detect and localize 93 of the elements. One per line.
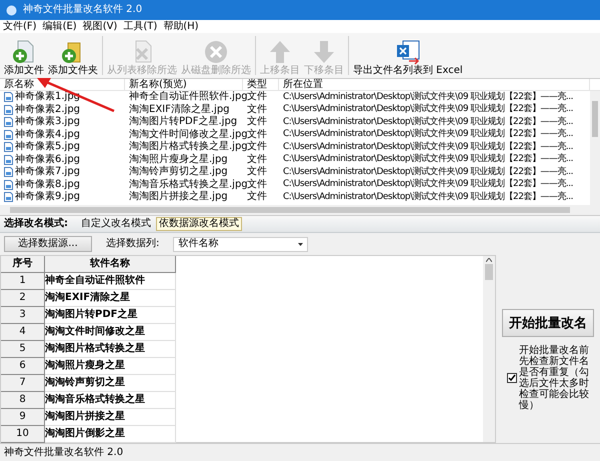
start-rename-button[interactable]: 开始批量改名 — [502, 309, 594, 337]
table-cell-text: 淘淘图片拼接之星.jpg — [128, 192, 229, 202]
toolbar-button[interactable]: 添加文件夹 — [46, 33, 100, 78]
table-cell-text: 淘淘铃声剪切之星.jpg — [128, 167, 229, 178]
grid-cell: 淘淘图片格式转换之星 — [45, 341, 176, 358]
scrollbar-thumb[interactable] — [592, 101, 598, 137]
arrow-up-icon — [267, 39, 293, 65]
image-file-icon — [4, 130, 13, 140]
column-header[interactable]: 所在位置 — [279, 79, 590, 90]
row-number: 5 — [1, 341, 45, 358]
toolbar-button[interactable]: 导出文件名列表到 Excel — [351, 33, 465, 78]
image-file-icon — [4, 167, 13, 178]
table-cell-text: 文件 — [246, 192, 268, 202]
grid-header[interactable]: 软件名称 — [45, 256, 176, 273]
grid-cell: 神奇全自动证件照软件 — [45, 273, 176, 290]
table-cell-text: C:\Users\Administrator\Desktop\测试文件夹\09 职业规划【22套】——亮... — [282, 142, 574, 152]
table-cell-text: C:\Users\Administrator\Desktop\测试文件夹\09 职业规划【22套】——亮... — [282, 192, 574, 202]
table-cell-text: 淘淘图片转PDF之星.jpg — [128, 117, 238, 128]
app-icon — [6, 4, 17, 16]
horizontal-scrollbar[interactable] — [0, 205, 600, 215]
row-number: 10 — [1, 426, 45, 443]
close-icon — [203, 39, 229, 65]
image-file-icon — [4, 104, 13, 115]
select-source-button[interactable]: 选择数据源... — [4, 236, 92, 252]
table-cell-text: 淘淘照片瘦身之星.jpg — [128, 154, 229, 165]
image-file-icon — [4, 180, 13, 190]
mode-tab[interactable]: 依数据源改名模式 — [156, 217, 242, 231]
menu-item[interactable]: 视图(V) — [82, 22, 118, 32]
grid-cell: 淘淘图片拼接之星 — [45, 409, 176, 426]
image-file-icon — [4, 154, 13, 165]
image-file-icon — [4, 117, 13, 128]
row-number: 2 — [1, 290, 45, 307]
table-cell-text: 文件 — [246, 117, 268, 128]
scrollbar-thumb[interactable] — [10, 207, 570, 213]
column-header[interactable]: 新名称(预览) — [125, 79, 243, 90]
table-cell: 神奇像素2.jpg — [15, 104, 80, 115]
table-cell-text: C:\Users\Administrator\Desktop\测试文件夹\09 职业规划【22套】——亮... — [282, 118, 574, 127]
table-cell: 神奇像素9.jpg — [15, 192, 80, 202]
table-cell: 神奇像素4.jpg — [15, 130, 80, 140]
row-number: 4 — [1, 324, 45, 341]
table-cell-text: C:\Users\Administrator\Desktop\测试文件夹\09 职业规划【22套】——亮... — [282, 105, 574, 114]
scroll-up-icon — [486, 258, 492, 262]
checkmark-icon — [508, 374, 516, 382]
table-cell: 神奇像素7.jpg — [15, 167, 80, 178]
table-cell: 神奇像素8.jpg — [15, 180, 80, 190]
table-cell-text: 淘淘EXIF清除之星.jpg — [128, 104, 231, 115]
menu-item[interactable]: 帮助(H) — [163, 22, 199, 32]
table-cell-text: 文件 — [246, 167, 268, 178]
table-cell-text: C:\Users\Administrator\Desktop\测试文件夹\09 职业规划【22套】——亮... — [282, 155, 574, 164]
table-cell-text: C:\Users\Administrator\Desktop\测试文件夹\09 职业规划【22套】——亮... — [282, 92, 574, 102]
row-number: 7 — [1, 375, 45, 392]
table-cell: 神奇像素6.jpg — [15, 154, 80, 165]
table-cell-text: C:\Users\Administrator\Desktop\测试文件夹\09 职业规划【22套】——亮... — [282, 180, 574, 190]
arrow-down-icon — [311, 39, 337, 65]
row-number: 6 — [1, 358, 45, 375]
grid-cell: 淘淘铃声剪切之星 — [45, 375, 176, 392]
image-file-icon — [4, 92, 13, 102]
grid-cell: 淘淘音乐格式转换之星 — [45, 392, 176, 409]
spreadsheet-export-icon — [394, 39, 421, 65]
grid-cell: 淘淘照片瘦身之星 — [45, 358, 176, 375]
toolbar-button[interactable]: 添加文件 — [2, 33, 46, 78]
window-title: 神奇文件批量改名软件 2.0 — [23, 5, 142, 15]
grid-cell: 淘淘EXIF清除之星 — [45, 290, 176, 307]
grid-header[interactable]: 序号 — [1, 256, 45, 273]
mode-tab[interactable]: 自定义改名模式 — [78, 217, 154, 231]
column-header[interactable]: 类型 — [243, 79, 279, 90]
row-number: 9 — [1, 409, 45, 426]
table-cell-text: 文件 — [246, 154, 268, 165]
grid-cell: 淘淘图片转PDF之星 — [45, 307, 176, 324]
row-number: 8 — [1, 392, 45, 409]
row-number: 1 — [1, 273, 45, 290]
image-file-icon — [4, 192, 13, 202]
menu-item[interactable]: 工具(T) — [123, 22, 158, 32]
status-text: 神奇文件批量改名软件 2.0 — [4, 448, 124, 458]
table-cell: 神奇像素3.jpg — [15, 117, 80, 128]
vertical-scrollbar[interactable] — [483, 256, 495, 442]
table-cell: 神奇像素5.jpg — [15, 142, 80, 152]
column-select[interactable]: 软件名称 — [173, 236, 308, 252]
table-cell-text: 文件 — [246, 104, 268, 115]
grid-cell: 淘淘文件时间修改之星 — [45, 324, 176, 341]
dropdown-caret-icon — [298, 242, 304, 246]
table-cell-text: C:\Users\Administrator\Desktop\测试文件夹\09 职业规划【22套】——亮... — [282, 130, 574, 140]
menu-item[interactable]: 编辑(E) — [42, 22, 77, 32]
checkbox-label: 开始批量改名前先检查新文件名是否有重复（勾选后文件太多时检查可能会比较慢） — [519, 345, 589, 411]
column-select-label: 选择数据列: — [106, 239, 160, 249]
mode-label: 选择改名模式: — [4, 219, 68, 229]
checkbox[interactable] — [507, 373, 517, 383]
image-file-icon — [4, 142, 13, 152]
scrollbar-thumb[interactable] — [485, 264, 493, 280]
table-cell-text: C:\Users\Administrator\Desktop\测试文件夹\09 职业规划【22套】——亮... — [282, 168, 574, 177]
menu-item[interactable]: 文件(F) — [3, 22, 37, 32]
vertical-scrollbar[interactable] — [590, 91, 600, 205]
row-number: 3 — [1, 307, 45, 324]
